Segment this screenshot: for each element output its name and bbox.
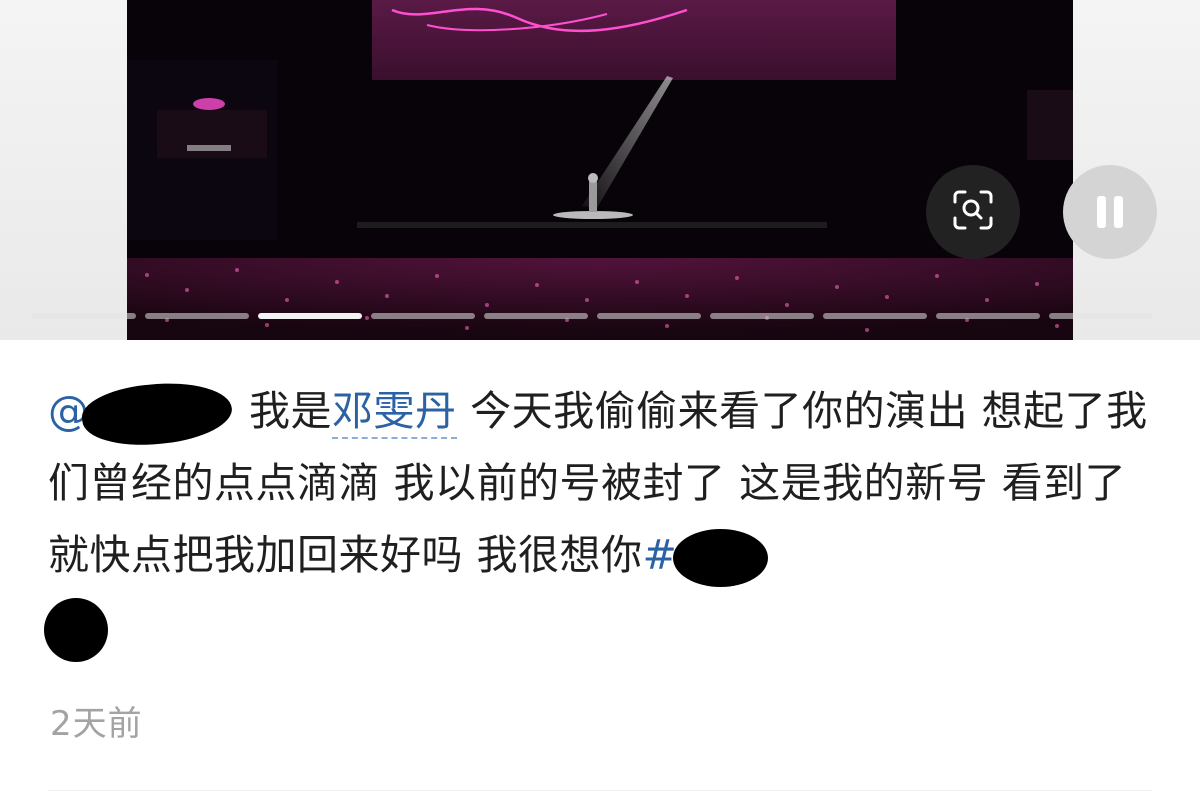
divider [48,790,1152,791]
image-search-button[interactable] [926,165,1020,259]
page-indicator-segment [32,313,136,319]
post-caption: @ 我是邓雯丹 今天我偷偷来看了你的演出 想起了我们曾经的点点滴滴 我以前的号被… [44,375,1163,663]
page-indicator-segment [936,313,1040,319]
redacted-topic [673,529,769,587]
carousel-page-indicator [32,313,1153,319]
pause-button[interactable] [1063,165,1157,259]
image-search-icon [951,188,995,236]
page-indicator-segment [1049,313,1153,319]
page-indicator-segment [371,313,475,319]
caption-intro: 我是 [249,387,333,435]
post-timestamp: 2天前 [50,704,143,744]
page-indicator-segment [710,313,814,319]
redacted-topic-end [44,598,108,662]
media-carousel[interactable] [0,0,1200,340]
page-indicator-segment [597,313,701,319]
mention-link[interactable]: @ [48,376,236,452]
page-indicator-segment [145,313,249,319]
redacted-username [78,376,235,452]
pause-icon [1097,196,1106,228]
page-indicator-segment [258,313,362,319]
concert-video[interactable] [127,0,1073,340]
page-indicator-segment [823,313,927,319]
topic-hashtag-link[interactable]: # [642,529,769,587]
page-indicator-segment [484,313,588,319]
name-entity-link[interactable]: 邓雯丹 [332,387,457,439]
topic-prefix: # [642,531,678,579]
